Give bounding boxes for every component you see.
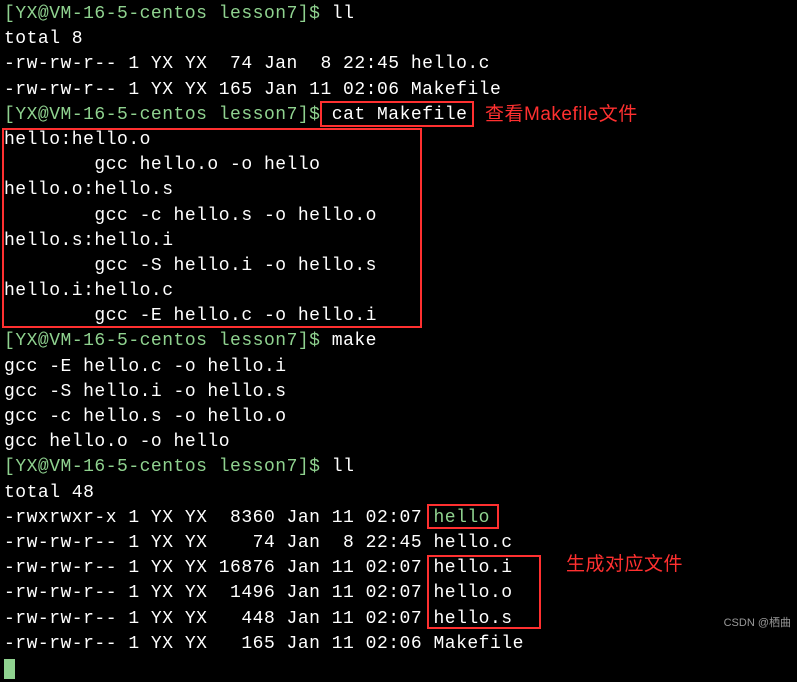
makefile-l4: gcc -c hello.s -o hello.o (4, 204, 793, 229)
cmd-ll-2[interactable]: ll (332, 457, 355, 477)
cursor-icon (4, 659, 15, 679)
prompt-line-1: [YX@VM-16-5-centos lesson7]$ ll (4, 2, 793, 27)
output-total-1: total 8 (4, 27, 793, 52)
prompt-line-2: [YX@VM-16-5-centos lesson7]$ cat Makefil… (4, 103, 793, 128)
makefile-l5: hello.s:hello.i (4, 229, 793, 254)
makefile-l2: gcc hello.o -o hello (4, 153, 793, 178)
file-hello-exec: hello (433, 508, 490, 528)
watermark: CSDN @栖曲 (724, 616, 791, 631)
ls1-row-makefile: -rw-rw-r-- 1 YX YX 165 Jan 11 02:06 Make… (4, 78, 793, 103)
makefile-l6: gcc -S hello.i -o hello.s (4, 254, 793, 279)
prompt-line-4: [YX@VM-16-5-centos lesson7]$ ll (4, 455, 793, 480)
ls2-row-hellos: -rw-rw-r-- 1 YX YX 448 Jan 11 02:07 hell… (4, 607, 793, 632)
prompt-close: ]$ (298, 4, 332, 24)
make-out-3: gcc -c hello.s -o hello.o (4, 405, 793, 430)
make-out-4: gcc hello.o -o hello (4, 430, 793, 455)
makefile-l3: hello.o:hello.s (4, 178, 793, 203)
ls2-row-hello: -rwxrwxr-x 1 YX YX 8360 Jan 11 02:07 hel… (4, 506, 793, 531)
make-out-2: gcc -S hello.i -o hello.s (4, 380, 793, 405)
cmd-make[interactable]: make (332, 331, 377, 351)
cmd-cat-makefile[interactable]: cat Makefile (332, 105, 468, 125)
cmd-ll-1[interactable]: ll (332, 4, 355, 24)
makefile-l1: hello:hello.o (4, 128, 793, 153)
ls1-row-helloc: -rw-rw-r-- 1 YX YX 74 Jan 8 22:45 hello.… (4, 52, 793, 77)
prompt-line-5 (4, 657, 793, 682)
prompt-user: [ (4, 4, 15, 24)
ls2-row-helloo: -rw-rw-r-- 1 YX YX 1496 Jan 11 02:07 hel… (4, 581, 793, 606)
prompt-line-3: [YX@VM-16-5-centos lesson7]$ make (4, 329, 793, 354)
ls2-row-makefile: -rw-rw-r-- 1 YX YX 165 Jan 11 02:06 Make… (4, 632, 793, 657)
annotation-label-view-makefile: 查看Makefile文件 (485, 102, 638, 129)
output-total-2: total 48 (4, 481, 793, 506)
makefile-l8: gcc -E hello.c -o hello.i (4, 304, 793, 329)
prompt-dir: lesson7 (207, 4, 297, 24)
make-out-1: gcc -E hello.c -o hello.i (4, 355, 793, 380)
prompt-userhost: YX@VM-16-5-centos (15, 4, 207, 24)
annotation-label-generated: 生成对应文件 (566, 552, 683, 579)
makefile-l7: hello.i:hello.c (4, 279, 793, 304)
